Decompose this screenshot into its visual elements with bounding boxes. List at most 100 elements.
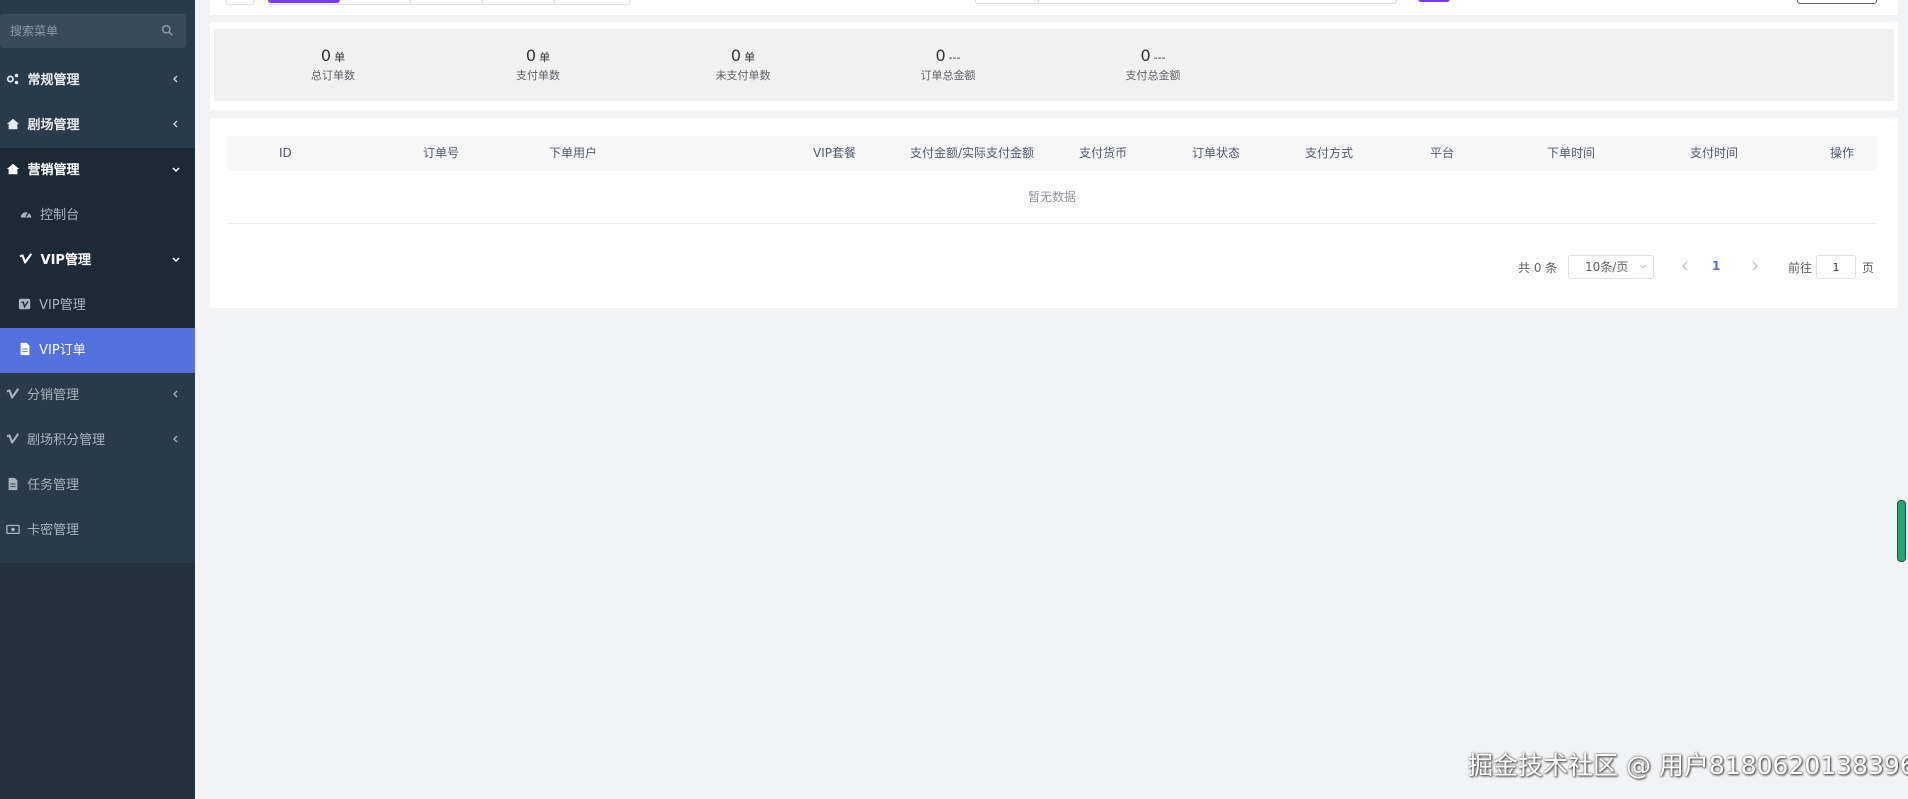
sidebar-item-vip-group[interactable]: VIP管理: [0, 238, 195, 283]
sidebar-item-console[interactable]: 控制台: [0, 193, 195, 238]
reset-button[interactable]: [1797, 0, 1877, 4]
tab-divider: [482, 0, 483, 3]
pagination-total: 共 0 条: [1518, 261, 1558, 275]
stat-unpaid-orders: 0单 未支付单数: [683, 46, 803, 83]
stat-unit: 单: [334, 51, 346, 64]
sidebar-item-distribution[interactable]: 分销管理: [0, 373, 195, 418]
column-header[interactable]: 操作: [1830, 136, 1854, 171]
chevron-down-icon: [172, 257, 180, 263]
stat-value: 0: [525, 46, 537, 65]
stat-unit: ---: [948, 51, 961, 64]
table-header: ID 订单号 下单用户 VIP套餐 支付金额/实际支付金额 支付货币 订单状态 …: [227, 136, 1877, 171]
home-icon: [6, 118, 20, 130]
sidebar-item-label: 常规管理: [27, 73, 80, 88]
pagination-current-page[interactable]: 1: [1712, 259, 1720, 273]
home-icon: [6, 163, 20, 175]
chevron-down-icon: [172, 167, 180, 173]
column-header[interactable]: 支付金额/实际支付金额: [910, 136, 1034, 171]
stat-paid-orders: 0单 支付单数: [478, 46, 598, 83]
cogs-icon: [6, 73, 19, 85]
menu-search-input[interactable]: [0, 14, 160, 48]
column-header[interactable]: ID: [279, 136, 292, 171]
input-divider: [1038, 0, 1039, 3]
tab-divider: [554, 0, 555, 3]
stats-panel: 0单 总订单数 0单 支付单数 0单 未支付单数 0 --- 订单总金额 0 ---…: [214, 29, 1894, 101]
stat-value: 0: [730, 46, 742, 65]
sidebar: 常规管理 剧场管理 营销管理 控制台 VIP管理 VIP管理 VIP: [0, 0, 195, 799]
pagination-jump-input[interactable]: [1816, 255, 1856, 279]
stat-label: 订单总金额: [920, 69, 976, 82]
column-header[interactable]: 下单用户: [549, 136, 597, 171]
stat-total-orders: 0单 总订单数: [273, 46, 393, 83]
pagination-page-suffix: 页: [1862, 261, 1875, 275]
sidebar-item-vip-orders[interactable]: VIP订单: [0, 328, 195, 373]
sidebar-item-label: 营销管理: [27, 163, 80, 178]
page-size-select[interactable]: 10条/页: [1568, 255, 1654, 279]
menu-search-box: [0, 14, 186, 48]
dashboard-icon: [20, 211, 32, 218]
stat-label: 支付单数: [516, 69, 560, 82]
tab-all[interactable]: [268, 0, 340, 3]
vimeo-icon: [19, 253, 33, 264]
sidebar-item-theater[interactable]: 剧场管理: [0, 103, 195, 148]
vimeo-icon: [6, 433, 20, 444]
vimeo-square-icon: [18, 298, 31, 310]
column-header[interactable]: 订单状态: [1192, 136, 1240, 171]
file-icon: [20, 342, 30, 356]
chevron-left-icon[interactable]: [1680, 260, 1690, 272]
stat-paid-amount: 0 --- 支付总金额: [1093, 46, 1213, 83]
pagination-goto-label: 前往: [1788, 261, 1813, 275]
watermark: 掘金技术社区 @ 用户8180620138396: [1468, 751, 1908, 780]
stat-unit: ---: [1153, 51, 1166, 64]
sidebar-item-tasks[interactable]: 任务管理: [0, 463, 195, 508]
chevron-down-icon: [1640, 265, 1646, 269]
sidebar-item-label: VIP管理: [39, 298, 86, 313]
sidebar-item-marketing[interactable]: 营销管理: [0, 148, 195, 193]
file-icon: [8, 477, 18, 491]
chevron-left-icon: [173, 435, 178, 443]
column-header[interactable]: VIP套餐: [813, 136, 856, 171]
search-icon[interactable]: [161, 24, 174, 37]
table-empty-state: 暂无数据: [227, 171, 1877, 224]
filter-bar: [210, 0, 1898, 15]
sidebar-item-label: 剧场积分管理: [27, 433, 106, 448]
column-header[interactable]: 平台: [1430, 136, 1454, 171]
column-header[interactable]: 支付货币: [1079, 136, 1127, 171]
sidebar-item-vip-manage[interactable]: VIP管理: [0, 283, 195, 328]
sidebar-item-general[interactable]: 常规管理: [0, 58, 195, 103]
stat-unit: 单: [539, 51, 551, 64]
chevron-left-icon: [173, 75, 178, 83]
stat-label: 未支付单数: [715, 69, 771, 82]
sidebar-item-label: 控制台: [40, 208, 80, 223]
stats-card: 0单 总订单数 0单 支付单数 0单 未支付单数 0 --- 订单总金额 0 ---…: [210, 22, 1898, 110]
column-header[interactable]: 下单时间: [1547, 136, 1595, 171]
vimeo-icon: [6, 388, 20, 399]
sidebar-item-label: 分销管理: [27, 388, 80, 403]
sidebar-item-label: 剧场管理: [27, 118, 80, 133]
stat-order-amount: 0 --- 订单总金额: [888, 46, 1008, 83]
chevron-right-icon[interactable]: [1750, 260, 1760, 272]
tab-divider: [410, 0, 411, 3]
column-header[interactable]: 订单号: [423, 136, 459, 171]
sidebar-item-label: VIP管理: [40, 253, 91, 268]
sidebar-item-card-keys[interactable]: 卡密管理: [0, 508, 195, 553]
money-icon: [6, 524, 20, 535]
stat-value: 0: [320, 46, 332, 65]
chevron-left-icon: [173, 390, 178, 398]
sidebar-item-label: 卡密管理: [27, 523, 80, 538]
sidebar-item-theater-points[interactable]: 剧场积分管理: [0, 418, 195, 463]
column-header[interactable]: 支付时间: [1690, 136, 1738, 171]
stat-value: 0: [935, 46, 946, 65]
page-size-value: 10条/页: [1585, 260, 1629, 274]
stat-label: 支付总金额: [1125, 69, 1181, 82]
stat-label: 总订单数: [311, 69, 355, 82]
side-drawer-handle[interactable]: [1897, 500, 1906, 562]
sidebar-menu: 常规管理 剧场管理 营销管理 控制台 VIP管理 VIP管理 VIP订单 分销管…: [0, 58, 195, 553]
search-button[interactable]: [1418, 0, 1450, 2]
sidebar-lower-panel: [0, 563, 195, 799]
refresh-button[interactable]: [226, 0, 254, 5]
stat-unit: 单: [744, 51, 756, 64]
chevron-left-icon: [173, 120, 178, 128]
stat-value: 0: [1140, 46, 1151, 65]
column-header[interactable]: 支付方式: [1305, 136, 1353, 171]
